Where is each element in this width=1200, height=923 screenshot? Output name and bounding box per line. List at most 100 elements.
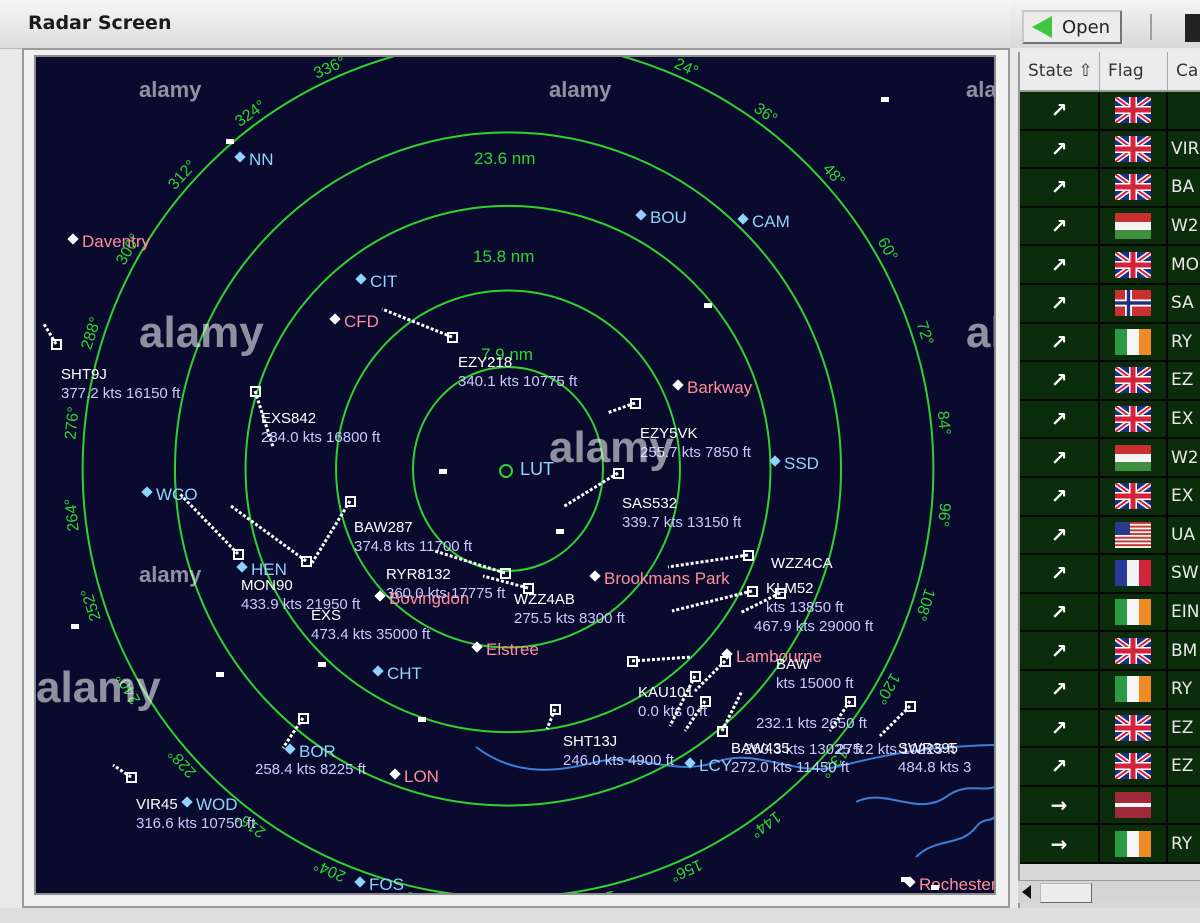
- navaid-marker[interactable]: [236, 561, 248, 573]
- table-header: State ⇧ Flag Ca: [1020, 52, 1200, 92]
- table-row[interactable]: ↗ BM: [1020, 632, 1200, 671]
- scroll-left-icon[interactable]: [1022, 885, 1031, 899]
- unlabelled-target[interactable]: [931, 885, 939, 890]
- arrow-up-right-icon: ↗: [1050, 329, 1068, 354]
- navaid-marker[interactable]: [141, 486, 153, 498]
- flag-uk-icon: [1115, 483, 1151, 510]
- arrow-up-right-icon: ↗: [1050, 522, 1068, 547]
- radar-screen[interactable]: 23.6 nm15.8 nm7.9 nm0°12°24°36°48°60°72°…: [34, 55, 996, 895]
- flag-uk-icon: [1115, 637, 1151, 664]
- unlabelled-target[interactable]: [556, 529, 564, 534]
- table-row[interactable]: ↗ EX: [1020, 400, 1200, 440]
- table-row[interactable]: ↗: [1020, 92, 1200, 131]
- bearing-label: 264°: [62, 498, 82, 533]
- table-row[interactable]: ↗ W2: [1020, 207, 1200, 247]
- place-label-rochester: Rochester: [919, 875, 994, 893]
- unlabelled-target[interactable]: [704, 303, 712, 308]
- aircraft-blip[interactable]: [233, 549, 244, 560]
- callsign-cell: RY: [1168, 825, 1200, 862]
- unlabelled-target[interactable]: [418, 717, 426, 722]
- arrow-up-right-icon: ↗: [1050, 638, 1068, 663]
- aircraft-callsign: BAW435: [731, 740, 790, 757]
- aircraft-speed-altitude: 340.1 kts 10775 ft: [458, 373, 578, 390]
- table-row[interactable]: ↗ EZ: [1020, 709, 1200, 749]
- aircraft-callsign: BAW287: [354, 519, 413, 536]
- unlabelled-target[interactable]: [901, 877, 909, 882]
- table-row[interactable]: ↗ RY: [1020, 323, 1200, 363]
- airfield-marker[interactable]: [672, 379, 684, 391]
- aircraft-blip[interactable]: [126, 772, 137, 783]
- aircraft-speed-altitude: 374.8 kts 11700 ft: [354, 538, 473, 555]
- navaid-marker[interactable]: [372, 665, 384, 677]
- unlabelled-target[interactable]: [439, 469, 447, 474]
- coastline-upper: [855, 786, 994, 806]
- open-button[interactable]: Open: [1022, 10, 1122, 44]
- callsign-cell: MO: [1168, 246, 1200, 283]
- column-header-state[interactable]: State ⇧: [1020, 52, 1100, 90]
- bearing-label: 60°: [874, 235, 901, 264]
- watermark-text: alamy: [966, 308, 994, 357]
- table-row[interactable]: ↗ EZ: [1020, 748, 1200, 787]
- state-cell: ↗: [1020, 670, 1100, 708]
- table-row[interactable]: ↗ W2: [1020, 439, 1200, 478]
- watermark-text: alamy: [139, 77, 202, 102]
- flag-cell: [1100, 362, 1168, 399]
- navaid-marker[interactable]: [635, 209, 647, 221]
- aircraft-blip[interactable]: [51, 339, 62, 350]
- unlabelled-target[interactable]: [226, 139, 234, 144]
- state-cell: ↗: [1020, 246, 1100, 283]
- state-cell: →: [1020, 825, 1100, 862]
- table-row[interactable]: ↗ VIR: [1020, 130, 1200, 170]
- table-row[interactable]: ↗ MO: [1020, 246, 1200, 285]
- column-header-flag[interactable]: Flag: [1100, 52, 1168, 90]
- toolbar-icon[interactable]: [1185, 14, 1200, 42]
- unlabelled-target[interactable]: [318, 662, 326, 667]
- unlabelled-target[interactable]: [71, 624, 79, 629]
- airfield-marker[interactable]: [589, 570, 601, 582]
- table-row[interactable]: ↗ SA: [1020, 284, 1200, 324]
- aircraft-speed-altitude: 473.4 kts 35000 ft: [311, 626, 431, 643]
- airfield-marker[interactable]: [67, 233, 79, 245]
- unlabelled-target[interactable]: [216, 672, 224, 677]
- column-header-callsign[interactable]: Ca: [1168, 52, 1200, 90]
- open-button-label: Open: [1062, 16, 1111, 38]
- callsign-cell: SA: [1168, 284, 1200, 322]
- table-row[interactable]: ↗ EIN: [1020, 593, 1200, 633]
- table-row[interactable]: ↗ UA: [1020, 516, 1200, 556]
- arrow-up-right-icon: ↗: [1050, 600, 1068, 625]
- scrollbar-thumb[interactable]: [1040, 883, 1092, 903]
- table-row[interactable]: ↗ EX: [1020, 477, 1200, 517]
- aircraft-speed-altitude: 272.0 kts 11450 ft: [731, 759, 850, 776]
- aircraft-speed-altitude: 484.8 kts 3: [898, 759, 971, 776]
- callsign-cell: RY: [1168, 670, 1200, 708]
- state-cell: ↗: [1020, 748, 1100, 785]
- airport-center-icon[interactable]: [499, 464, 513, 478]
- navaid-marker[interactable]: [355, 273, 367, 285]
- table-row[interactable]: → RY: [1020, 825, 1200, 864]
- navaid-marker[interactable]: [737, 213, 749, 225]
- radar-canvas[interactable]: 23.6 nm15.8 nm7.9 nm0°12°24°36°48°60°72°…: [36, 57, 994, 893]
- aircraft-callsign: SAS532: [622, 495, 677, 512]
- horizontal-scrollbar[interactable]: [1018, 880, 1200, 903]
- flag-france-icon: [1115, 560, 1151, 587]
- bearing-label: 96°: [934, 502, 953, 528]
- table-row[interactable]: ↗ BA: [1020, 169, 1200, 208]
- flag-cell: [1100, 169, 1168, 206]
- flag-cell: [1100, 632, 1168, 669]
- navaid-marker[interactable]: [354, 876, 366, 888]
- aircraft-track: [381, 307, 453, 339]
- aircraft-speed-altitude: 339.7 kts 13150 ft: [622, 514, 742, 531]
- aircraft-blip[interactable]: [301, 556, 312, 567]
- state-cell: ↗: [1020, 130, 1100, 168]
- airfield-marker[interactable]: [329, 313, 341, 325]
- airfield-marker[interactable]: [389, 768, 401, 780]
- table-row[interactable]: ↗ EZ: [1020, 362, 1200, 401]
- navaid-marker[interactable]: [181, 796, 193, 808]
- state-cell: ↗: [1020, 439, 1100, 476]
- flag-cell: [1100, 593, 1168, 631]
- unlabelled-target[interactable]: [881, 97, 889, 102]
- table-row[interactable]: ↗ RY: [1020, 670, 1200, 710]
- table-row[interactable]: →: [1020, 786, 1200, 826]
- table-row[interactable]: ↗ SW: [1020, 555, 1200, 594]
- navaid-marker[interactable]: [234, 151, 246, 163]
